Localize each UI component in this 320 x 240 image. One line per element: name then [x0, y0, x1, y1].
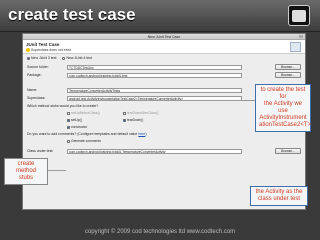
- stubs-callout: create method stubs: [4, 158, 48, 185]
- source-folder-browse-button[interactable]: Browse...: [275, 64, 301, 70]
- stubs-question: Which method stubs would you like to cre…: [27, 104, 99, 108]
- package-label: Package:: [27, 73, 42, 77]
- junit-version-radios: New JUnit 3 test New JUnit 4 test: [27, 56, 92, 60]
- class-under-test-browse-button[interactable]: Browse...: [275, 148, 301, 154]
- checkbox-icon: [67, 111, 70, 115]
- slide-footer: copyright © 2009 cod technologies ltd ww…: [84, 229, 236, 235]
- dialog-banner: JUnit Test Case Superclass does not exis…: [23, 40, 305, 54]
- banner-title: JUnit Test Case: [26, 42, 60, 47]
- source-folder-label: Source folder:: [27, 65, 49, 69]
- name-input[interactable]: TemperatureConverterActivityTests: [67, 87, 242, 93]
- junit-banner-icon: [290, 42, 301, 52]
- checkbox-checked-icon: [67, 118, 70, 122]
- company-logo-icon: [288, 5, 310, 26]
- stub-setupbeforeclass-checkbox[interactable]: setUpBeforeClass(): [67, 111, 100, 115]
- checkbox-icon: [123, 111, 126, 115]
- warning-icon: [26, 48, 30, 52]
- package-input[interactable]: com.codtech.android.training.tctdd1.test: [67, 72, 242, 78]
- package-browse-button[interactable]: Browse...: [275, 72, 301, 78]
- radio-dot-icon: [27, 56, 30, 60]
- checkbox-icon: [67, 139, 70, 143]
- slide-header: create test case: [0, 0, 320, 32]
- generate-comments-checkbox[interactable]: Generate comments: [67, 139, 101, 143]
- package-row: Package: com.codtech.android.training.tc…: [27, 72, 242, 78]
- radio-junit3[interactable]: New JUnit 3 test: [27, 56, 56, 60]
- stub-teardownafterclass-checkbox[interactable]: tearDownAfterClass(): [123, 111, 159, 115]
- superclass-label: Superclass:: [27, 96, 46, 100]
- name-label: Name:: [27, 88, 38, 92]
- stub-constructor-checkbox[interactable]: constructor: [67, 125, 87, 129]
- source-folder-row: Source folder: TCTDDCTestJnc: [27, 64, 242, 70]
- radio-dot-icon: [62, 56, 66, 60]
- checkbox-checked-icon: [67, 125, 70, 129]
- comments-question: Do you want to add comments? (Configure …: [27, 132, 147, 136]
- class-under-test-callout: the Activity as the class under test: [250, 186, 308, 206]
- class-under-test-label: Class under test:: [27, 149, 54, 153]
- superclass-row: Superclass: android.test.ActivityInstrum…: [27, 95, 242, 101]
- superclass-callout: to create the test for the Activity we u…: [255, 84, 311, 132]
- class-under-test-row: Class under test: com.codtech.android.tr…: [27, 148, 242, 154]
- class-under-test-input[interactable]: com.codtech.android.training.tctdd1.Temp…: [67, 148, 242, 154]
- slide-title: create test case: [8, 5, 136, 24]
- callout-connector: [218, 100, 256, 101]
- source-folder-input[interactable]: TCTDDCTestJnc: [67, 64, 242, 70]
- checkbox-checked-icon: [123, 118, 126, 122]
- stub-setup-checkbox[interactable]: setUp(): [67, 118, 82, 122]
- name-row: Name: TemperatureConverterActivityTests: [27, 87, 242, 93]
- banner-desc: Superclass does not exist.: [31, 48, 72, 52]
- close-icon[interactable]: [299, 35, 303, 38]
- superclass-input[interactable]: android.test.ActivityInstrumentationTest…: [67, 95, 242, 101]
- radio-junit4[interactable]: New JUnit 4 test: [62, 56, 92, 60]
- dialog-window-title: New JUnit Test Case: [147, 35, 181, 39]
- stub-teardown-checkbox[interactable]: tearDown(): [123, 118, 143, 122]
